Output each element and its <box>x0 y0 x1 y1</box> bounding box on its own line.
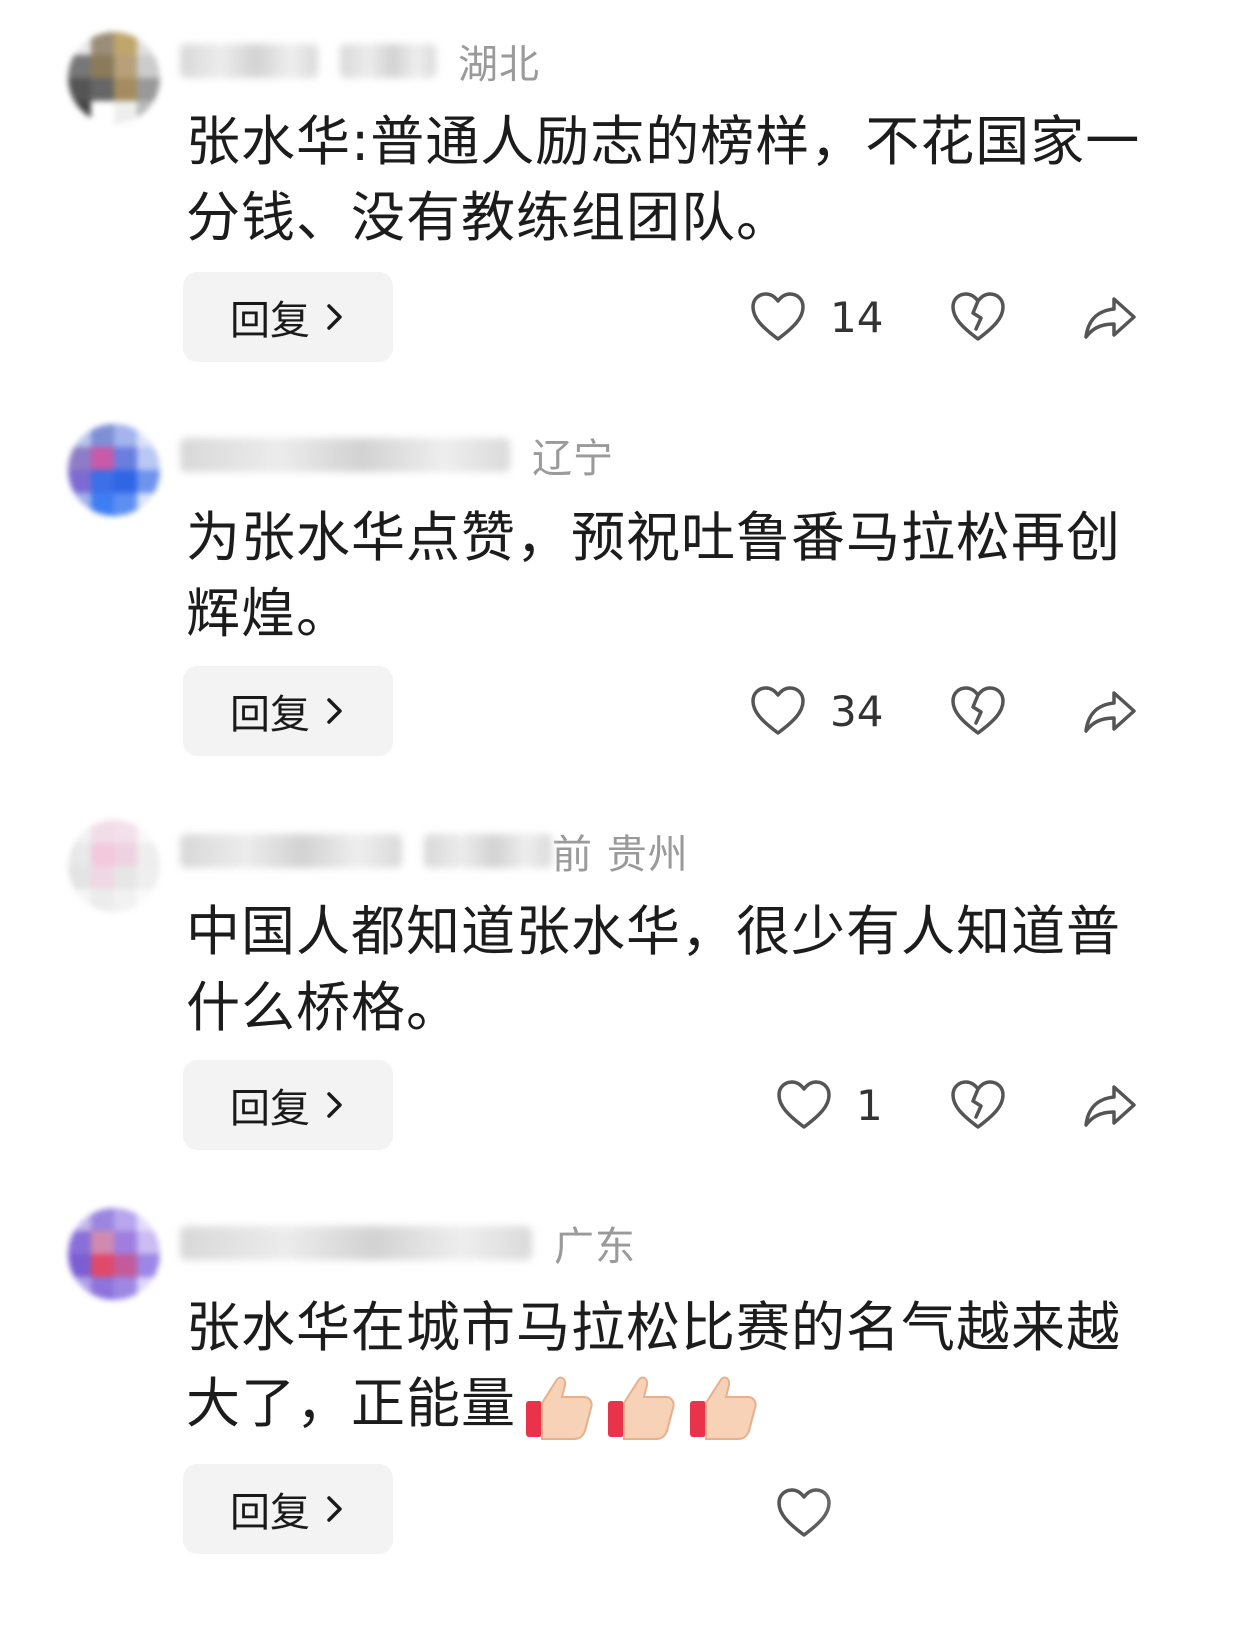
username-blurred <box>424 834 552 868</box>
share-button[interactable] <box>1082 272 1138 362</box>
dislike-button[interactable] <box>950 666 1006 756</box>
comment-text: 张水华在城市马拉松比赛的名气越来越大了，正能量 <box>186 1290 1146 1445</box>
chevron-right-icon <box>327 1496 342 1522</box>
username-blurred[interactable] <box>180 44 318 78</box>
comment-text: 张水华:普通人励志的榜样，不花国家一分钱、没有教练组团队。 <box>186 110 1141 249</box>
fade-overlay <box>800 1468 1256 1558</box>
share-arrow-icon <box>1084 1085 1136 1127</box>
chevron-right-icon <box>327 304 342 330</box>
heart-outline-icon <box>777 1080 831 1129</box>
avatar[interactable] <box>68 32 160 124</box>
comment-meta: 广东 <box>180 1216 636 1270</box>
chevron-right-icon <box>327 1092 342 1118</box>
share-button[interactable] <box>1082 666 1138 756</box>
reply-label: 回复 <box>230 1490 310 1536</box>
like-count: 1 <box>856 1080 883 1130</box>
thumbs-up-emoji <box>690 1376 757 1441</box>
share-button[interactable] <box>1082 1060 1138 1150</box>
share-arrow-icon <box>1084 297 1136 339</box>
username-blurred <box>340 44 436 78</box>
comment-text: 中国人都知道张水华，很少有人知道普什么桥格。 <box>186 900 1121 1039</box>
heart-outline-icon <box>751 686 805 735</box>
region-label: 广东 <box>554 1224 636 1270</box>
broken-heart-icon <box>951 686 1005 735</box>
comment-text: 为张水华点赞，预祝吐鲁番马拉松再创辉煌。 <box>186 506 1121 645</box>
region-label: 辽宁 <box>532 436 614 482</box>
thumbs-up-emoji <box>526 1376 593 1441</box>
chevron-right-icon <box>327 698 342 724</box>
avatar[interactable] <box>68 424 160 516</box>
reply-button[interactable]: 回复 <box>183 1464 393 1554</box>
like-button[interactable]: 1 <box>776 1060 883 1150</box>
share-arrow-icon <box>1084 691 1136 733</box>
reply-label: 回复 <box>230 692 310 738</box>
heart-outline-icon <box>751 292 805 341</box>
like-count: 14 <box>830 292 884 342</box>
reply-button[interactable]: 回复 <box>183 272 393 362</box>
comment-meta: 前 贵州 <box>180 824 689 878</box>
dislike-button[interactable] <box>950 272 1006 362</box>
username-blurred[interactable] <box>180 834 402 868</box>
comment-meta: 辽宁 <box>180 428 614 482</box>
thumbs-up-emoji <box>608 1376 675 1441</box>
reply-label: 回复 <box>230 298 310 344</box>
avatar[interactable] <box>68 1208 160 1300</box>
username-blurred[interactable] <box>180 438 510 472</box>
like-button[interactable]: 34 <box>750 666 883 756</box>
avatar[interactable] <box>68 820 160 912</box>
broken-heart-icon <box>951 1080 1005 1129</box>
reply-button[interactable]: 回复 <box>183 666 393 756</box>
username-blurred[interactable] <box>180 1226 532 1260</box>
region-label: 前 贵州 <box>552 832 689 878</box>
like-count: 34 <box>830 686 884 736</box>
like-button[interactable]: 14 <box>750 272 883 362</box>
broken-heart-icon <box>951 292 1005 341</box>
reply-label: 回复 <box>230 1086 310 1132</box>
region-label: 湖北 <box>458 42 540 88</box>
dislike-button[interactable] <box>950 1060 1006 1150</box>
comment-meta: 湖北 <box>180 34 540 88</box>
reply-button[interactable]: 回复 <box>183 1060 393 1150</box>
